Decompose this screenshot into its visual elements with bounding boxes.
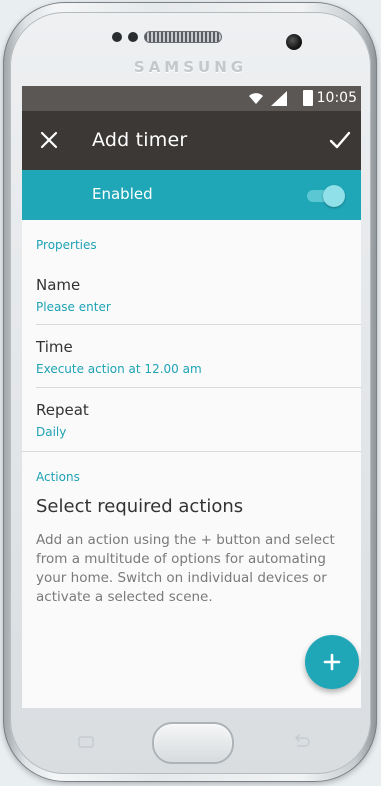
actions-title: Select required actions bbox=[36, 496, 244, 517]
property-value: Execute action at 12.00 am bbox=[36, 362, 202, 376]
status-bar: 10:05 bbox=[22, 86, 361, 111]
enabled-row[interactable]: Enabled bbox=[22, 170, 361, 220]
battery-icon bbox=[303, 90, 313, 106]
divider bbox=[36, 387, 361, 388]
property-label: Name bbox=[36, 276, 81, 294]
actions-description: Add an action using the + button and sel… bbox=[36, 532, 335, 605]
front-camera bbox=[286, 34, 302, 50]
property-label: Repeat bbox=[36, 401, 89, 419]
brand-logo: SAMSUNG bbox=[133, 58, 248, 76]
divider bbox=[36, 324, 361, 325]
recent-apps-icon[interactable] bbox=[76, 735, 96, 749]
property-item-repeat[interactable]: Repeat Daily bbox=[22, 399, 361, 449]
app-bar: Add timer bbox=[22, 111, 361, 170]
screen: 10:05 Add timer Enabled Properties Name … bbox=[22, 86, 361, 708]
close-icon[interactable] bbox=[36, 127, 62, 153]
property-value: Please enter bbox=[36, 300, 111, 314]
earpiece-speaker bbox=[144, 31, 222, 43]
status-time: 10:05 bbox=[316, 90, 357, 106]
property-value: Daily bbox=[36, 425, 67, 439]
add-action-button[interactable] bbox=[305, 635, 359, 689]
enabled-label: Enabled bbox=[92, 185, 153, 203]
wifi-icon bbox=[249, 93, 263, 104]
plus-icon bbox=[323, 653, 341, 671]
signal-icon bbox=[271, 91, 287, 106]
toggle-thumb bbox=[323, 185, 345, 207]
page-title: Add timer bbox=[92, 129, 188, 151]
home-button[interactable] bbox=[152, 722, 234, 764]
property-item-name[interactable]: Name Please enter bbox=[22, 274, 361, 324]
back-icon[interactable] bbox=[290, 734, 312, 750]
enabled-toggle[interactable] bbox=[307, 185, 345, 207]
property-label: Time bbox=[36, 338, 73, 356]
properties-heading: Properties bbox=[36, 238, 97, 252]
sensor-dots bbox=[112, 32, 138, 42]
check-icon[interactable] bbox=[325, 125, 355, 155]
actions-heading: Actions bbox=[36, 470, 80, 484]
divider bbox=[22, 451, 361, 452]
property-item-time[interactable]: Time Execute action at 12.00 am bbox=[22, 336, 361, 386]
